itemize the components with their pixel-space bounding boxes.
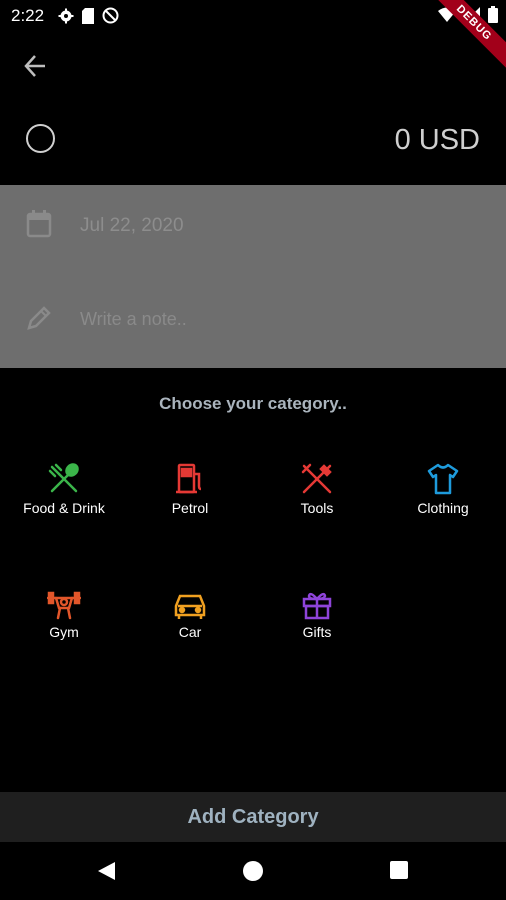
category-gifts[interactable]: Gifts (254, 590, 380, 640)
nav-recents-icon[interactable] (390, 861, 408, 879)
status-bar: 2:22 DEBUG (0, 0, 506, 79)
status-time: 2:22 (11, 6, 45, 25)
category-food-drink[interactable]: Food & Drink (1, 462, 127, 516)
category-section-title: Choose your category.. (159, 394, 347, 413)
category-petrol[interactable]: Petrol (127, 462, 253, 516)
date-text: Jul 22, 2020 (80, 215, 184, 236)
system-nav-bar (0, 842, 506, 900)
category-label: Gym (49, 624, 79, 640)
gas-station-icon (176, 463, 202, 494)
note-row[interactable]: Write a note.. (0, 285, 506, 355)
category-label: Gifts (302, 624, 332, 640)
fork-spoon-icon (48, 463, 79, 493)
weightlifter-icon (47, 591, 81, 620)
fork-knife-icon (301, 463, 332, 494)
pencil-icon (27, 306, 51, 330)
category-icon-placeholder[interactable] (26, 124, 55, 153)
nav-home-icon[interactable] (243, 861, 263, 881)
category-tools[interactable]: Tools (254, 462, 380, 516)
no-sync-icon (102, 7, 119, 24)
amount-display[interactable]: 0 USD (395, 124, 480, 157)
battery-icon (488, 6, 498, 23)
sd-card-icon (82, 7, 94, 24)
category-clothing[interactable]: Clothing (380, 462, 506, 516)
category-label: Food & Drink (23, 500, 105, 516)
category-label: Clothing (417, 500, 469, 516)
status-icons-left (58, 7, 119, 24)
gear-icon (58, 8, 74, 23)
category-label: Tools (300, 500, 334, 516)
back-button[interactable] (20, 50, 52, 82)
category-label: Car (178, 624, 202, 640)
add-category-button[interactable]: Add Category (0, 792, 506, 842)
form-overlay: Jul 22, 2020 Write a note.. (0, 185, 506, 368)
calendar-icon (26, 210, 52, 238)
date-row[interactable]: Jul 22, 2020 (0, 185, 506, 265)
tshirt-icon (427, 463, 459, 495)
nav-back-icon[interactable] (96, 861, 116, 881)
note-input[interactable]: Write a note.. (80, 309, 187, 330)
arrow-left-icon (24, 55, 45, 77)
gift-icon (302, 592, 332, 620)
category-gym[interactable]: Gym (1, 590, 127, 640)
car-icon (174, 594, 206, 619)
category-label: Petrol (171, 500, 209, 516)
category-car[interactable]: Car (127, 590, 253, 640)
